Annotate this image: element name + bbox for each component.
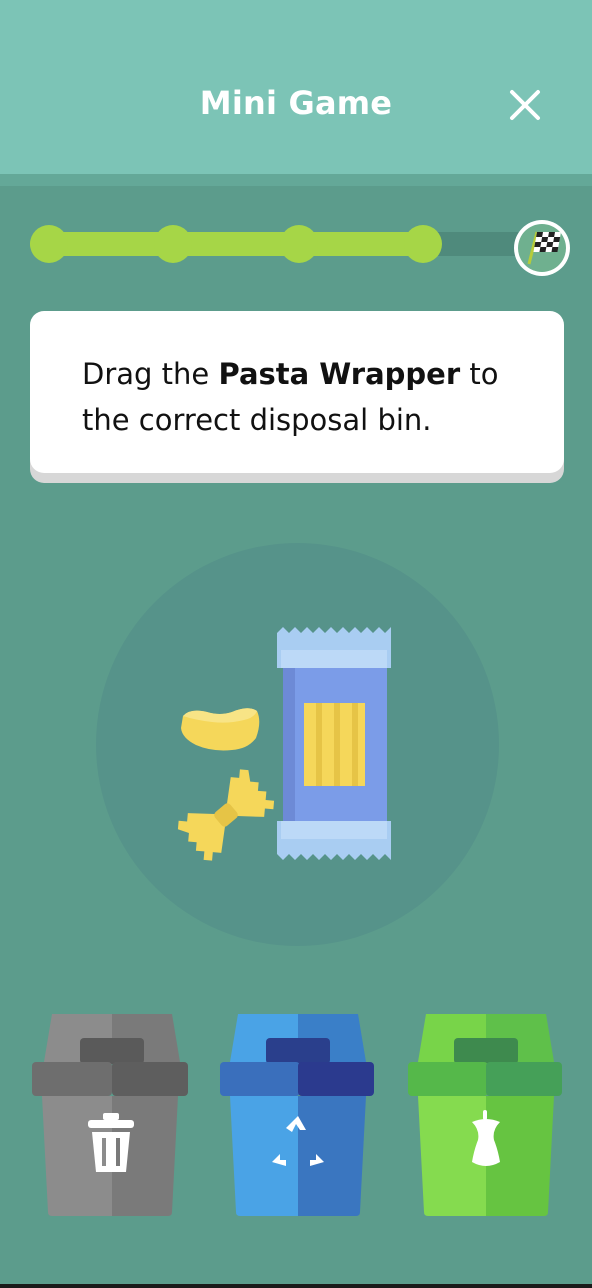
- compost-bin-graphic: [408, 1014, 562, 1216]
- progress-step-dot: [404, 225, 442, 263]
- header-divider: [0, 174, 592, 186]
- close-button[interactable]: [500, 80, 550, 130]
- instruction-prefix: Drag the: [82, 357, 219, 391]
- compost-bin[interactable]: [406, 1012, 566, 1222]
- close-icon: [510, 90, 540, 120]
- progress-bar: [30, 220, 574, 276]
- instruction-text: Drag the Pasta Wrapper to the correct di…: [82, 351, 532, 443]
- finish-badge: [514, 220, 570, 276]
- trash-bin[interactable]: [32, 1012, 192, 1222]
- recycle-bin[interactable]: [218, 1012, 378, 1222]
- item-drop-zone: [96, 543, 499, 946]
- instruction-item-name: Pasta Wrapper: [218, 357, 461, 391]
- progress-step-dot: [30, 225, 68, 263]
- trash-bin-graphic: [32, 1014, 188, 1216]
- checkered-flag-icon: [527, 231, 561, 265]
- instruction-card: Drag the Pasta Wrapper to the correct di…: [30, 311, 564, 473]
- progress-step-dot: [280, 225, 318, 263]
- recycle-bin-graphic: [220, 1014, 374, 1216]
- progress-fill: [30, 232, 440, 256]
- progress-step-dot: [154, 225, 192, 263]
- bottom-edge: [0, 1284, 592, 1288]
